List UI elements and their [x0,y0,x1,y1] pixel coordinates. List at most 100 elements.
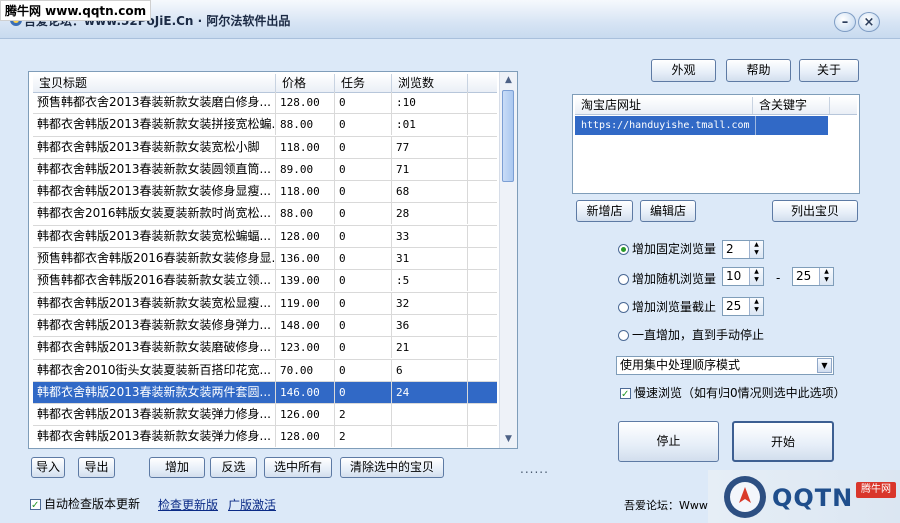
cell-task: 0 [335,158,392,180]
cell-title: 韩都衣舍2016韩版女装夏装新款时尚宽松... [33,203,276,225]
cell-task: 0 [335,114,392,136]
cell-title: 韩都衣舍韩版2013春装新款女装宽松显瘦... [33,292,276,314]
forever-option[interactable]: 一直增加，直到手动停止 [618,326,764,344]
mode-select[interactable]: 使用集中处理顺序模式 ▼ [616,356,834,375]
table-row[interactable]: 预售韩都衣舍韩版2016春装新款女装修身显... 136.00 0 31 [33,248,497,271]
product-table[interactable]: 宝贝标题 价格 任务 浏览数 预售韩都衣舍2013春装新款女装磨白修身... 12… [28,71,518,449]
table-row[interactable]: 韩都衣舍2016韩版女装夏装新款时尚宽松... 88.00 0 28 [33,203,497,226]
cell-price: 148.00 [276,314,335,336]
about-button[interactable]: 关于 [799,59,859,82]
stepper-arrows-icon[interactable]: ▲ ▼ [819,268,833,285]
cell-views: 77 [392,136,468,158]
table-header: 宝贝标题 价格 任务 浏览数 [33,74,497,93]
scroll-up-icon[interactable]: ▲ [501,73,516,88]
slow-browse-checkbox[interactable] [620,386,631,404]
invert-selection-button[interactable]: 反选 [210,457,257,478]
minimize-button[interactable]: – [834,12,856,32]
slow-browse-option[interactable]: 慢速浏览（如有归0情况则选中此选项） [620,384,846,404]
start-button[interactable]: 开始 [732,421,834,462]
cell-views: 33 [392,225,468,247]
appearance-button[interactable]: 外观 [651,59,716,82]
random-views-radio[interactable] [618,274,629,285]
activate-link[interactable]: 广版激活 [228,496,276,513]
import-button[interactable]: 导入 [31,457,65,478]
edit-store-button[interactable]: 编辑店 [640,200,696,222]
store-list[interactable]: 淘宝店网址 含关键字 https://handuyishe.tmall.com [572,94,860,194]
list-items-button[interactable]: 列出宝贝 [772,200,858,222]
cell-views: 71 [392,158,468,180]
store-keyword [755,116,756,135]
column-header-store-url[interactable]: 淘宝店网址 [575,97,753,114]
table-row[interactable]: 韩都衣舍韩版2013春装新款女装宽松显瘦... 119.00 0 32 [33,292,497,315]
fixed-views-option[interactable]: 增加固定浏览量 [618,240,716,258]
add-item-button[interactable]: 增加 [149,457,205,478]
random-min-stepper[interactable]: 10 ▲ ▼ [722,267,764,286]
table-row[interactable]: 韩都衣舍韩版2013春装新款女装弹力修身... 126.00 2 [33,404,497,427]
scroll-thumb[interactable] [502,90,514,182]
cell-price: 136.00 [276,248,335,270]
auto-update-checkbox[interactable] [30,497,41,515]
column-header-title[interactable]: 宝贝标题 [33,74,276,92]
random-min-value: 10 [726,269,742,283]
cutoff-views-value: 25 [726,299,742,313]
auto-update-option[interactable]: 自动检查版本更新 [30,495,140,515]
clear-selected-button[interactable]: 清除选中的宝贝 [340,457,444,478]
table-row[interactable]: 韩都衣舍韩版2013春装新款女装两件套圆... 146.00 0 24 [33,381,497,405]
cell-title: 预售韩都衣舍韩版2016春装新款女装修身显... [33,248,276,270]
table-row[interactable]: 韩都衣舍韩版2013春装新款女装修身显瘦... 118.00 0 68 [33,181,497,204]
stepper-arrows-icon[interactable]: ▲ ▼ [749,268,763,285]
cell-price: 118.00 [276,136,335,158]
table-row[interactable]: 韩都衣舍韩版2013春装新款女装磨破修身... 123.00 0 21 [33,337,497,360]
export-button[interactable]: 导出 [78,457,115,478]
column-header-task[interactable]: 任务 [335,74,392,92]
forever-label: 一直增加，直到手动停止 [632,328,765,342]
table-row[interactable]: 韩都衣舍2010街头女装夏装新百搭印花宽... 70.00 0 6 [33,359,497,382]
table-scrollbar[interactable]: ▲ ▼ [499,72,517,448]
cutoff-views-option[interactable]: 增加浏览量截止 [618,298,716,316]
column-header-keyword[interactable]: 含关键字 [753,97,830,114]
cell-task: 0 [335,92,392,113]
stepper-arrows-icon[interactable]: ▲ ▼ [749,298,763,315]
table-row[interactable]: 预售韩都衣舍2013春装新款女装磨白修身... 128.00 0:10 [33,92,497,115]
random-views-option[interactable]: 增加随机浏览量 [618,270,716,288]
cell-price: 126.00 [276,404,335,426]
close-button[interactable]: × [858,12,880,32]
table-row[interactable]: 韩都衣舍韩版2013春装新款女装拼接宽松蝙... 88.00 0:01 [33,114,497,137]
help-button[interactable]: 帮助 [726,59,791,82]
check-update-link[interactable]: 检查更新版 [158,496,218,513]
store-row[interactable]: https://handuyishe.tmall.com [575,116,828,135]
cell-price: 123.00 [276,337,335,359]
column-header-views[interactable]: 浏览数 [392,74,468,92]
table-row[interactable]: 韩都衣舍韩版2013春装新款女装圆领直筒... 89.00 0 71 [33,158,497,182]
stop-button[interactable]: 停止 [618,421,719,462]
scroll-down-icon[interactable]: ▼ [501,432,516,447]
add-store-button[interactable]: 新增店 [576,200,633,222]
stepper-arrows-icon[interactable]: ▲ ▼ [749,241,763,258]
cell-title: 韩都衣舍韩版2013春装新款女装弹力修身... [33,404,276,426]
random-max-stepper[interactable]: 25 ▲ ▼ [792,267,834,286]
fixed-views-stepper[interactable]: 2 ▲ ▼ [722,240,764,259]
column-header-price[interactable]: 价格 [276,74,335,92]
cutoff-views-stepper[interactable]: 25 ▲ ▼ [722,297,764,316]
forever-radio[interactable] [618,330,629,341]
fixed-views-radio[interactable] [618,244,629,255]
cell-price: 88.00 [276,114,335,136]
cutoff-views-radio[interactable] [618,302,629,313]
cell-task: 0 [335,292,392,314]
title-bar[interactable]: 吾爱论坛：www.52PoJiE.Cn · 阿尔法软件出品 腾牛网 www.qq… [0,0,900,39]
table-row[interactable]: 韩都衣舍韩版2013春装新款女装宽松蝙蝠... 128.00 0 33 [33,225,497,249]
table-row[interactable]: 预售韩都衣舍韩版2016春装新款女装立领... 139.00 0:5 [33,270,497,293]
cell-price: 128.00 [276,426,335,448]
chevron-down-icon[interactable]: ▼ [817,358,832,373]
store-url: https://handuyishe.tmall.com [581,120,750,131]
table-row[interactable]: 韩都衣舍韩版2013春装新款女装修身弹力... 148.00 0 36 [33,314,497,338]
fixed-views-label: 增加固定浏览量 [632,242,717,256]
table-row[interactable]: 韩都衣舍韩版2013春装新款女装宽松小脚 118.00 0 77 [33,136,497,159]
random-max-value: 25 [796,269,812,283]
table-row[interactable]: 韩都衣舍韩版2013春装新款女装弹力修身... 128.00 2 [33,426,497,448]
cell-title: 韩都衣舍韩版2013春装新款女装磨破修身... [33,337,276,359]
cell-views [392,404,468,426]
select-all-button[interactable]: 选中所有 [264,457,332,478]
cell-title: 韩都衣舍2010街头女装夏装新百搭印花宽... [33,359,276,381]
cell-task: 0 [335,381,392,403]
